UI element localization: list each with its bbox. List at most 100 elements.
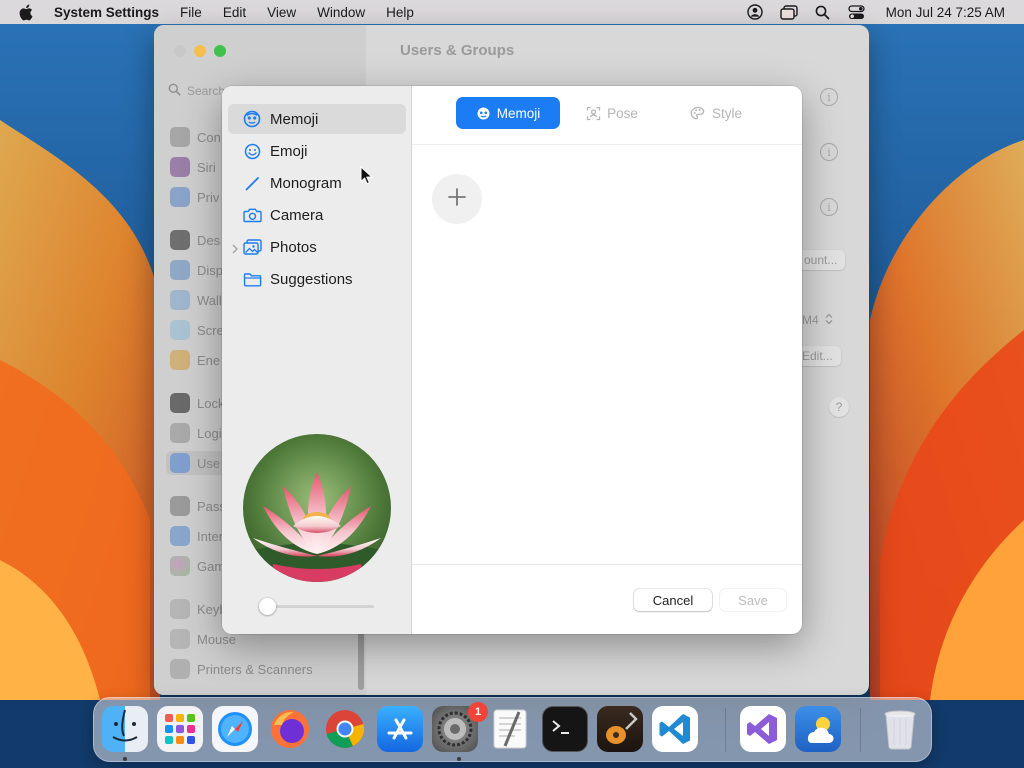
- memoji-tab-control: Memoji Pose Style: [456, 97, 768, 129]
- source-label: Photos: [270, 238, 317, 256]
- tab-label: Style: [711, 105, 742, 121]
- chrome-icon[interactable]: [322, 706, 368, 752]
- settings-search[interactable]: Search: [168, 83, 225, 99]
- tab-memoji[interactable]: Memoji: [456, 97, 560, 129]
- add-memoji-button[interactable]: [432, 174, 482, 224]
- displays-icon: [170, 260, 190, 280]
- sidebar-item-label: Des: [197, 232, 221, 248]
- cancel-button[interactable]: Cancel: [634, 589, 712, 611]
- sidebar-item-label: Scre: [197, 322, 224, 338]
- game-center-icon: [170, 556, 190, 576]
- menu-window[interactable]: Window: [317, 5, 365, 20]
- weather-icon[interactable]: [795, 706, 841, 752]
- disclosure-chevron-icon[interactable]: [232, 241, 238, 258]
- printer-icon: [170, 659, 190, 679]
- launchpad-icon[interactable]: [157, 706, 203, 752]
- menu-edit[interactable]: Edit: [223, 5, 246, 20]
- mouse-pointer-icon: [360, 165, 374, 190]
- privacy-hand-icon: [170, 187, 190, 207]
- save-button[interactable]: Save: [720, 589, 786, 611]
- app-store-icon[interactable]: [377, 706, 423, 752]
- pose-icon: [586, 106, 601, 121]
- info-button[interactable]: i: [820, 143, 838, 161]
- sidebar-item-label: Logi: [197, 425, 222, 441]
- zoom-slider-thumb[interactable]: [259, 598, 276, 615]
- source-emoji[interactable]: Emoji: [228, 136, 406, 166]
- source-monogram[interactable]: Monogram: [228, 168, 406, 198]
- menu-clock[interactable]: Mon Jul 24 7:25 AM: [886, 5, 1005, 20]
- source-photos[interactable]: Photos: [228, 232, 406, 262]
- search-input[interactable]: Search: [187, 84, 225, 98]
- firefox-icon[interactable]: [267, 706, 313, 752]
- source-memoji[interactable]: Memoji: [228, 104, 406, 134]
- control-centre-icon: [170, 127, 190, 147]
- garageband-guitar-icon[interactable]: [597, 706, 643, 752]
- memoji-face-icon: [242, 109, 262, 129]
- menu-app-name[interactable]: System Settings: [54, 5, 159, 20]
- lock-screen-icon: [170, 393, 190, 413]
- sidebar-item-label: Siri: [197, 159, 216, 175]
- menu-view[interactable]: View: [267, 5, 296, 20]
- passwords-key-icon: [170, 496, 190, 516]
- sidebar-item-label: Inter: [197, 528, 224, 544]
- sidebar-item-label: Lock: [197, 395, 225, 411]
- sidebar-item-label: Disp: [197, 262, 224, 278]
- add-account-button[interactable]: ount...: [796, 250, 846, 270]
- window-controls: [174, 45, 226, 57]
- tab-pose[interactable]: Pose: [560, 97, 664, 129]
- avatar-preview-lotus: [243, 434, 391, 582]
- menu-file[interactable]: File: [180, 5, 202, 20]
- info-button[interactable]: i: [820, 88, 838, 106]
- tab-label: Memoji: [496, 105, 541, 121]
- menu-help[interactable]: Help: [386, 5, 414, 20]
- keyboard-icon: [170, 599, 190, 619]
- textedit-icon[interactable]: [487, 706, 533, 752]
- vscode-icon[interactable]: [652, 706, 698, 752]
- source-label: Emoji: [270, 142, 308, 160]
- running-indicator: [457, 757, 461, 761]
- mouse-icon: [170, 629, 190, 649]
- source-camera[interactable]: Camera: [228, 200, 406, 230]
- help-button[interactable]: ?: [829, 397, 849, 417]
- smiley-icon: [242, 141, 262, 161]
- source-label: Memoji: [270, 110, 319, 128]
- tab-divider: [412, 144, 802, 145]
- style-palette-icon: [690, 106, 706, 121]
- zoom-window-button[interactable]: [214, 45, 226, 57]
- sidebar-item-label: Priv: [197, 189, 220, 205]
- trash-icon[interactable]: [877, 706, 923, 752]
- siri-icon: [170, 157, 190, 177]
- control-center-icon[interactable]: [848, 4, 866, 20]
- window-overview-icon[interactable]: [779, 4, 798, 20]
- camera-icon: [242, 205, 262, 225]
- dock-separator: [860, 708, 861, 752]
- terminal-icon[interactable]: [542, 706, 588, 752]
- safari-icon[interactable]: [212, 706, 258, 752]
- info-button[interactable]: i: [820, 198, 838, 216]
- photos-icon: [242, 237, 262, 257]
- user-account-icon[interactable]: [746, 4, 764, 20]
- apple-menu-icon[interactable]: [18, 4, 36, 21]
- desktop-dock-icon: [170, 230, 190, 250]
- visual-studio-icon[interactable]: [740, 706, 786, 752]
- chevron-updown-icon: [825, 313, 833, 328]
- zoom-slider[interactable]: [259, 598, 374, 615]
- internet-accounts-icon: [170, 526, 190, 546]
- tab-style[interactable]: Style: [664, 97, 768, 129]
- sidebar-item-label: Printers & Scanners: [197, 661, 313, 677]
- minimize-window-button[interactable]: [194, 45, 206, 57]
- running-indicator: [123, 757, 127, 761]
- sidebar-item-label: Con: [197, 129, 221, 145]
- source-label: Camera: [270, 206, 324, 224]
- finder-icon[interactable]: [102, 706, 148, 752]
- close-window-button[interactable]: [174, 45, 186, 57]
- sidebar-item-printers-scanners[interactable]: Printers & Scanners: [170, 657, 360, 681]
- spotlight-search-icon[interactable]: [814, 4, 832, 20]
- memoji-face-icon: [476, 106, 491, 121]
- source-label: Suggestions: [270, 270, 353, 288]
- dock-separator: [725, 708, 726, 752]
- screen-saver-icon: [170, 320, 190, 340]
- popup-value: M4: [802, 313, 819, 327]
- menu-bar: System Settings File Edit View Window He…: [0, 0, 1024, 24]
- source-suggestions[interactable]: Suggestions: [228, 264, 406, 294]
